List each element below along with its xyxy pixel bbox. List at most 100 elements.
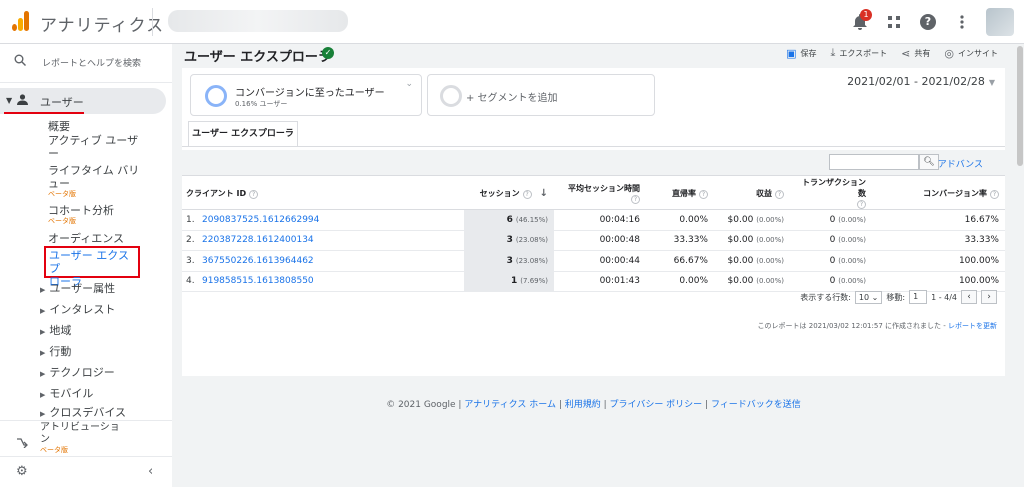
help-icon[interactable]: ? (775, 189, 784, 199)
client-id-link[interactable]: 2090837525.1612662994 (202, 215, 319, 225)
sidebar-item-user-explorer[interactable]: ユーザー エクスプ ローラ (44, 246, 140, 288)
table-search-input[interactable] (829, 154, 919, 170)
next-page-button[interactable]: › (981, 290, 997, 304)
collapsed-caret-icon: ▶ (40, 391, 46, 399)
apps-grid-icon[interactable] (884, 12, 904, 32)
prev-page-button[interactable]: ‹ (961, 290, 977, 304)
goto-label: 移動: (886, 292, 906, 302)
account-selector[interactable] (168, 10, 348, 32)
help-icon[interactable]: ? (631, 194, 640, 204)
revenue-value: $0.00 (727, 214, 754, 225)
sidebar-item-audience[interactable]: オーディエンス (48, 230, 124, 246)
sidebar-section-users[interactable]: ▼ ユーザー (0, 88, 166, 114)
refresh-report-link[interactable]: レポートを更新 (948, 322, 997, 330)
help-icon[interactable]: ? (522, 189, 532, 199)
goto-page-input[interactable]: 1 (909, 290, 928, 304)
date-range-picker[interactable]: 2021/02/01 - 2021/02/28 ▼ (847, 75, 995, 88)
sidebar-sub-interests[interactable]: ▶ インタレスト (40, 301, 115, 317)
more-vert-icon[interactable] (952, 12, 972, 32)
revenue-pct: (0.00%) (756, 277, 784, 286)
save-label: 保存 (800, 48, 817, 58)
rows-per-page-label: 表示する行数: (800, 292, 851, 302)
sidebar-item-active-users[interactable]: アクティブ ユーザ ー (48, 134, 138, 160)
footer-link-terms[interactable]: 利用規約 (565, 400, 601, 410)
help-icon[interactable]: ? (249, 189, 259, 199)
col-avg-duration[interactable]: 平均セッション時間? (554, 177, 646, 210)
revenue-value: $0.00 (727, 235, 754, 246)
footer-link-feedback[interactable]: フィードバックを送信 (711, 400, 801, 410)
cell-conversion: 33.33% (872, 230, 1005, 251)
col-client-id[interactable]: クライアント ID? (182, 177, 464, 210)
app-title[interactable]: アナリティクス (40, 11, 164, 36)
client-id-link[interactable]: 919858515.1613808550 (202, 276, 314, 286)
share-button[interactable]: ⋖ 共有 (901, 47, 930, 60)
sidebar-search[interactable]: レポートとヘルプを検索 (0, 44, 172, 80)
cell-client-id: 2. 220387228.1612400134 (182, 230, 464, 251)
avatar[interactable] (986, 8, 1014, 36)
tx-pct: (0.00%) (838, 215, 866, 224)
table-search-icon[interactable]: 🔍︎ (919, 154, 939, 170)
add-segment-button[interactable]: + セグメントを追加 (427, 74, 655, 116)
row-index: 4. (186, 276, 195, 287)
sidebar: レポートとヘルプを検索 ▼ ユーザー 概要 アクティブ ユーザ ー ライフタイム… (0, 44, 172, 487)
client-id-link[interactable]: 220387228.1612400134 (202, 235, 314, 245)
col-bounce-rate[interactable]: 直帰率? (646, 177, 714, 210)
cell-conversion: 100.00% (872, 271, 1005, 292)
col-transactions[interactable]: トランザクション数? (790, 177, 872, 210)
sidebar-item-cohort[interactable]: コホート分析 ベータ版 (48, 204, 114, 225)
notifications-bell-icon[interactable]: 1 (850, 9, 872, 32)
cell-client-id: 4. 919858515.1613808550 (182, 271, 464, 292)
footer-link-analytics-home[interactable]: アナリティクス ホーム (464, 400, 556, 410)
col-revenue[interactable]: 収益? (714, 177, 790, 210)
segment-chip[interactable]: コンバージョンに至ったユーザー 0.16% ユーザー ⌄ (190, 74, 422, 116)
beta-badge: ベータ版 (48, 217, 76, 225)
download-icon: ⤓ (830, 46, 836, 59)
insight-button[interactable]: ◎ インサイト (944, 47, 998, 60)
cell-bounce: 66.67% (646, 250, 714, 272)
help-icon[interactable]: ? (990, 189, 999, 199)
table-row: 4. 919858515.1613808550 1 (7.69%) 00:01:43… (182, 271, 1005, 292)
help-icon[interactable]: ? (857, 200, 866, 209)
cell-transactions: 0 (0.00%) (790, 250, 872, 272)
pagination: 表示する行数: 10 ⌄ 移動: 1 1 - 4/4 ‹ › (800, 290, 997, 304)
page-scrollbar[interactable] (1016, 44, 1024, 487)
page-footer: © 2021 Google | アナリティクス ホーム | 利用規約 | プライ… (386, 400, 801, 410)
sidebar-sub-demographics[interactable]: ▶ ユーザー属性 (40, 280, 115, 296)
export-button[interactable]: ⤓ エクスポート (831, 46, 888, 60)
sort-down-arrow-icon[interactable]: ↓ (540, 188, 548, 199)
revenue-pct: (0.00%) (756, 256, 784, 265)
highlight-underline (4, 112, 84, 114)
chevron-down-icon[interactable]: ⌄ (405, 79, 413, 89)
sidebar-sub-technology[interactable]: ▶ テクノロジー (40, 364, 115, 380)
sessions-pct: (23.08%) (515, 236, 548, 245)
sidebar-sub-mobile[interactable]: ▶ モバイル (40, 385, 93, 401)
analytics-logo[interactable] (12, 11, 30, 31)
advanced-filter-link[interactable]: アドバンス (938, 157, 983, 170)
sidebar-item-overview[interactable]: 概要 (48, 118, 70, 134)
sidebar-sub-label: インタレスト (49, 303, 116, 316)
sidebar-sub-geo[interactable]: ▶ 地域 (40, 322, 71, 338)
tab-user-explorer[interactable]: ユーザー エクスプローラ (188, 121, 298, 147)
gear-icon[interactable]: ⚙ (16, 464, 28, 479)
help-icon[interactable]: ? (699, 189, 708, 199)
scrollbar-thumb[interactable] (1017, 46, 1023, 166)
header-actions: 1 ? (850, 8, 1014, 36)
help-icon[interactable]: ? (918, 12, 938, 32)
save-button[interactable]: ▣ 保存 (786, 47, 816, 60)
collapsed-caret-icon: ▶ (40, 349, 46, 357)
row-index: 1. (186, 214, 195, 225)
sidebar-sub-cross-device[interactable]: ▶ クロスデバイス (40, 404, 126, 420)
copyright: © 2021 Google | (386, 400, 462, 410)
revenue-value: $0.00 (727, 255, 754, 266)
footer-link-privacy[interactable]: プライバシー ポリシー (610, 400, 703, 410)
sidebar-item-lifetime-value[interactable]: ライフタイム バリ ュー ベータ版 (48, 164, 139, 198)
col-sessions[interactable]: セッション? ↓ (464, 177, 554, 210)
col-label: 平均セッション時間 (568, 183, 640, 193)
share-icon: ⋖ (901, 46, 911, 60)
sidebar-item-attribution[interactable]: アトリビューショ ン ベータ版 (40, 422, 120, 454)
collapse-sidebar-icon[interactable]: ‹ (148, 464, 153, 479)
col-conversion-rate[interactable]: コンバージョン率? (872, 177, 1005, 210)
sidebar-sub-behavior[interactable]: ▶ 行動 (40, 343, 71, 359)
client-id-link[interactable]: 367550226.1613964462 (202, 256, 314, 266)
rows-per-page-select[interactable]: 10 ⌄ (854, 290, 883, 304)
